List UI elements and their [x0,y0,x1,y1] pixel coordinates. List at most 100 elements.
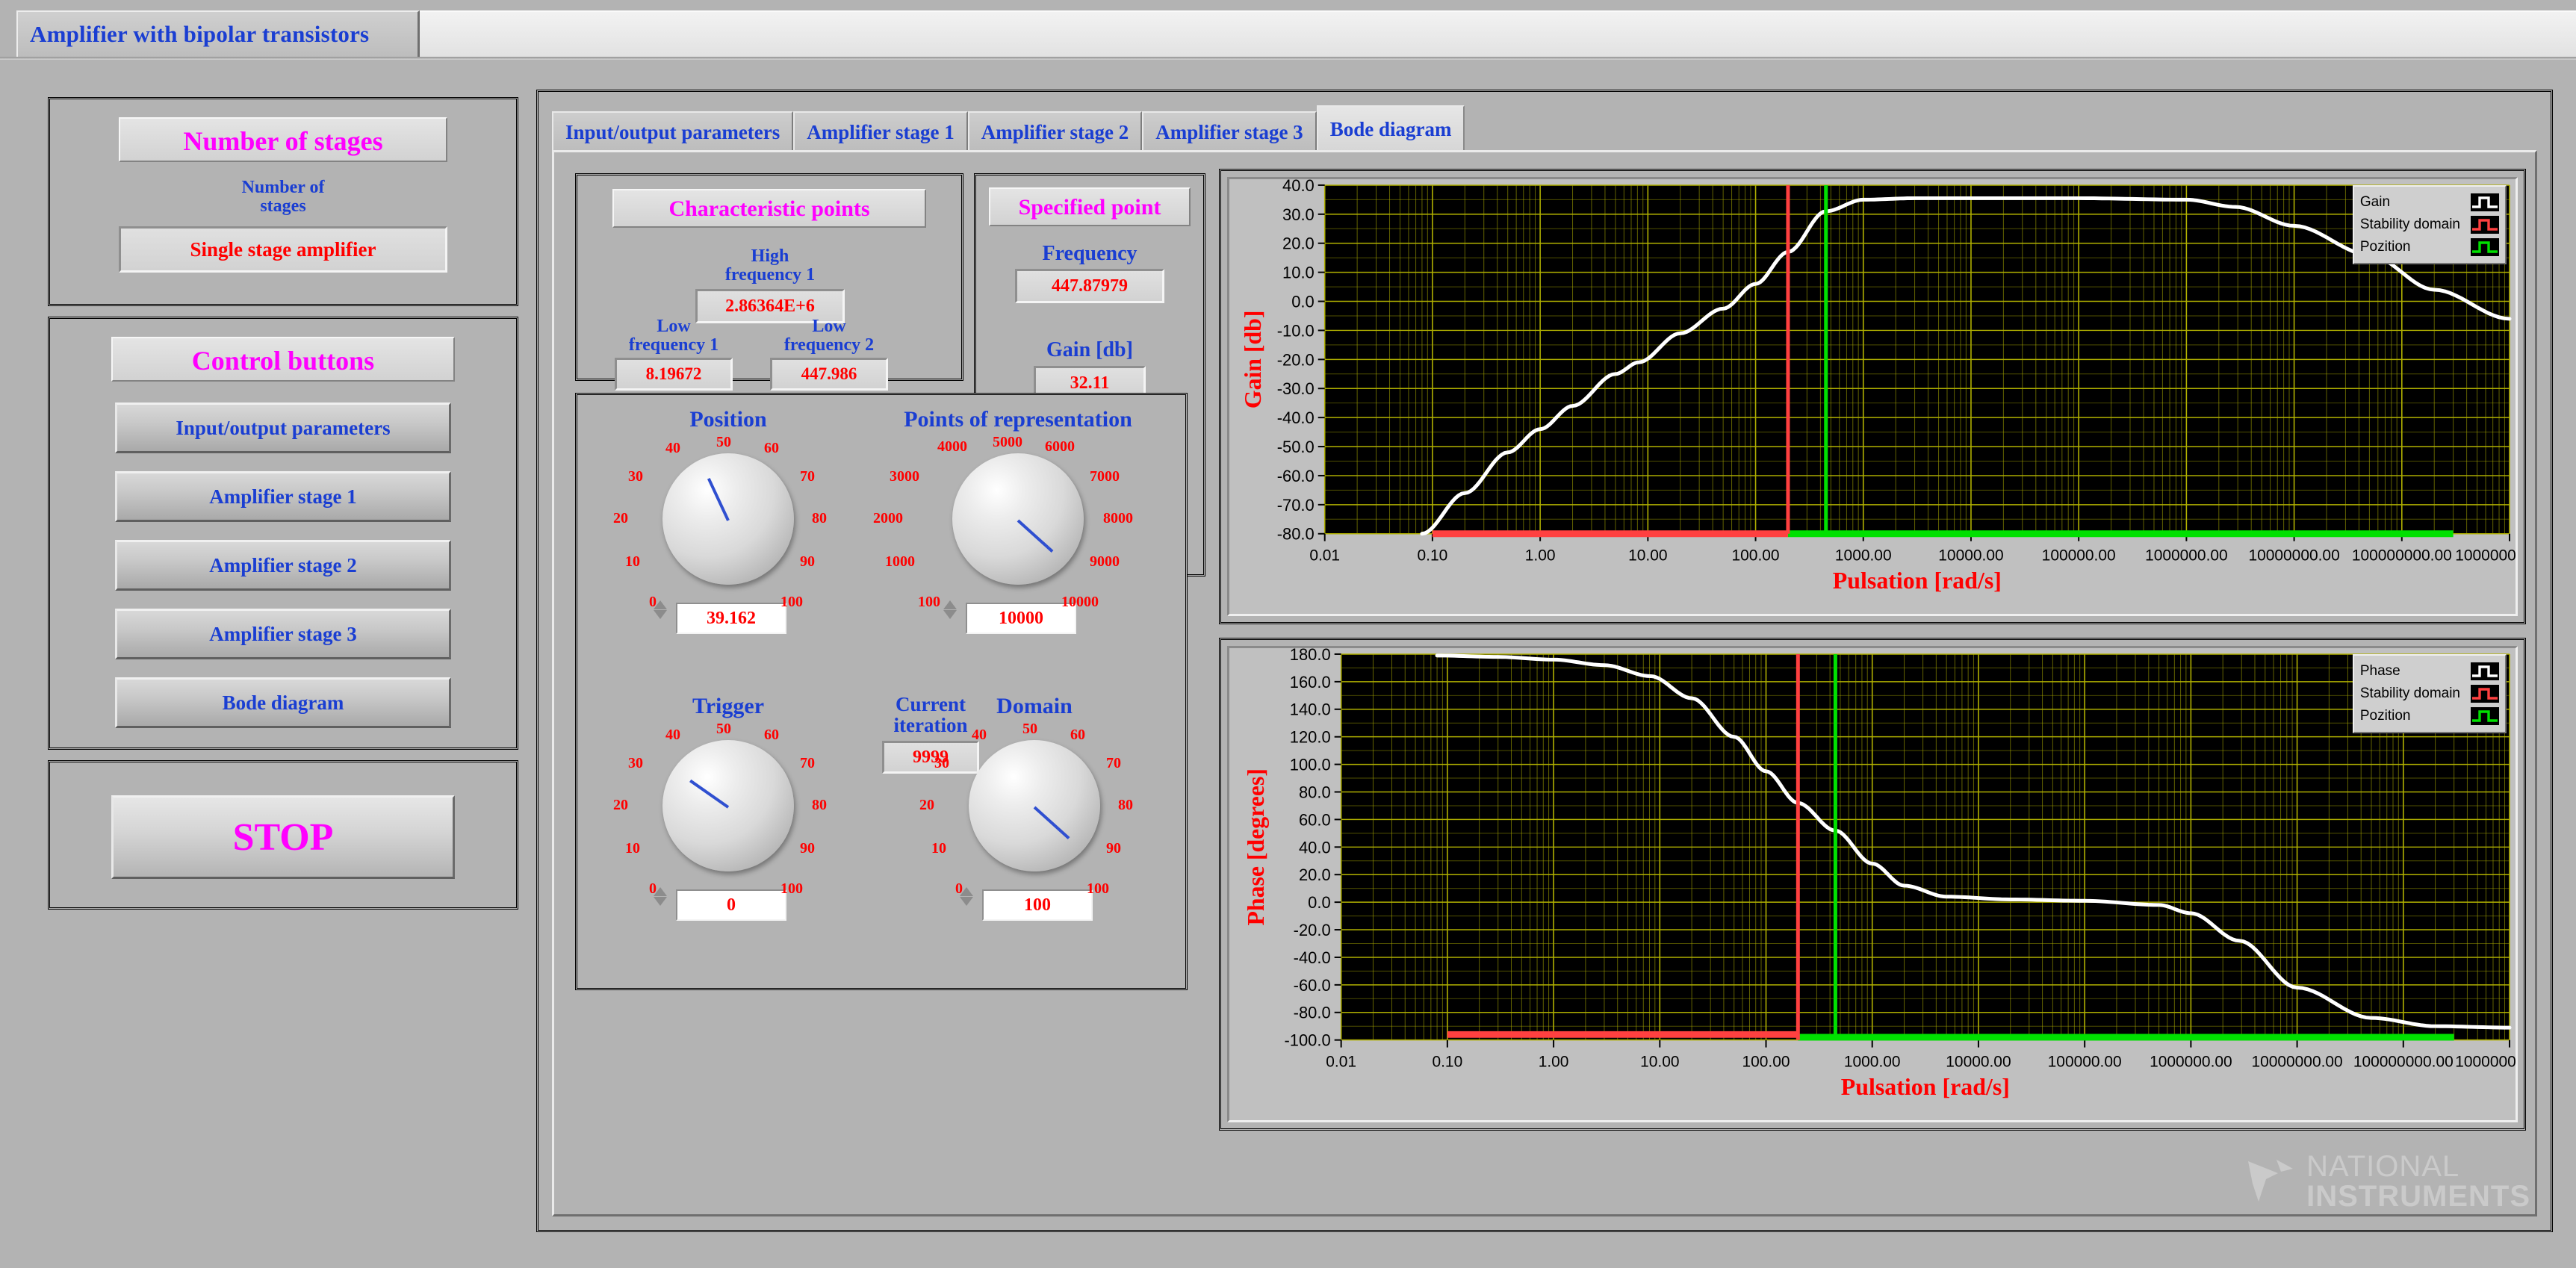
domain-tick-50: 50 [1022,721,1037,737]
gain-plot-svg[interactable]: 40.0 30.0 20.0 10.0 0.0 -10.0 -20.0 -30.0 -40.0 -… [1229,179,2516,614]
tab-input-output-parameters[interactable]: Input/output parameters [552,111,794,152]
window-title-tab[interactable]: Amplifier with bipolar transistors [16,10,420,57]
legend-plot-style-icon[interactable] [2471,662,2499,680]
position-tick-100: 100 [780,594,803,610]
legend-label: Gain [2359,194,2391,210]
tab-amplifier-stage-2[interactable]: Amplifier stage 2 [967,111,1143,152]
legend-plot-style-icon[interactable] [2471,707,2499,725]
trigger-tick-80: 80 [812,797,827,813]
tab-amplifier-stage-1[interactable]: Amplifier stage 1 [793,111,968,152]
tab-amplifier-stage-3[interactable]: Amplifier stage 3 [1142,111,1317,152]
svg-text:20.0: 20.0 [1282,234,1315,253]
por-knob-spinner-down[interactable] [943,610,957,619]
position-knob[interactable]: Position 39.162 0 10 20 30 40 50 60 70 8… [594,407,863,676]
number-of-stages-panel: Number of stages Number of stages Single… [48,97,518,306]
por-tick-3000: 3000 [890,468,919,485]
tab-bode-diagram[interactable]: Bode diagram [1316,105,1465,152]
control-buttons-list: Input/output parameters Amplifier stage … [50,403,516,728]
high-frequency-1-group: High frequency 1 2.86364E+6 [673,246,867,324]
domain-tick-70: 70 [1106,755,1121,771]
domain-knob[interactable]: Domain 100 0 10 20 30 40 50 60 70 80 90 … [900,694,1169,963]
ni-eagle-icon [2248,1160,2294,1202]
legend-row[interactable]: Gain [2360,191,2499,214]
legend-plot-style-icon[interactable] [2471,685,2499,703]
trigger-knob[interactable]: Trigger 0 0 10 20 30 40 50 60 70 80 90 1… [594,694,863,963]
sidebar: Number of stages Number of stages Single… [48,97,518,920]
title-bar-filler [420,10,2576,57]
por-tick-9000: 9000 [1090,553,1120,570]
trigger-tick-60: 60 [764,727,779,743]
legend-row[interactable]: Pozition [2360,236,2499,258]
svg-text:Pulsation [rad/s]: Pulsation [rad/s] [1841,1074,2010,1100]
frequency-value: 447.87979 [1015,269,1164,304]
svg-text:0.0: 0.0 [1308,893,1330,912]
trigger-knob-spinner-down[interactable] [654,897,667,906]
position-knob-value[interactable]: 39.162 [676,603,786,634]
svg-text:Pulsation [rad/s]: Pulsation [rad/s] [1833,568,2002,594]
button-bode-diagram[interactable]: Bode diagram [115,677,451,728]
points-of-representation-knob[interactable]: Points of representation 10000 100 1000 … [869,407,1167,676]
domain-tick-30: 30 [934,755,949,771]
specified-point-heading: Specified point [989,187,1191,226]
por-tick-100: 100 [918,594,940,610]
trigger-tick-100: 100 [780,880,803,897]
gain-bode-graph: 40.0 30.0 20.0 10.0 0.0 -10.0 -20.0 -30.0 -40.0 -… [1219,169,2526,624]
domain-tick-20: 20 [919,797,934,813]
svg-text:10000.00: 10000.00 [1946,1053,2011,1070]
domain-knob-spinner-down[interactable] [960,897,973,906]
svg-text:100.00: 100.00 [1742,1053,1790,1070]
por-tick-7000: 7000 [1090,468,1120,485]
characteristic-points-box: Characteristic points High frequency 1 2… [575,173,963,391]
svg-text:60.0: 60.0 [1299,810,1331,829]
por-tick-6000: 6000 [1045,438,1075,455]
svg-text:1000.00: 1000.00 [1844,1053,1901,1070]
svg-text:100000.00: 100000.00 [2042,547,2116,565]
legend-row[interactable]: Pozition [2360,705,2499,727]
svg-text:0.10: 0.10 [1432,1053,1462,1070]
legend-plot-style-icon[interactable] [2471,193,2499,211]
legend-row[interactable]: Stability domain [2360,214,2499,236]
button-amplifier-stage-2[interactable]: Amplifier stage 2 [115,540,451,591]
svg-text:1000000.00: 1000000.00 [2145,547,2228,565]
gain-label: Gain [db] [1046,338,1133,362]
points-of-representation-knob-spinner[interactable] [942,600,958,633]
svg-text:0.01: 0.01 [1309,547,1340,565]
button-amplifier-stage-1[interactable]: Amplifier stage 1 [115,471,451,522]
svg-text:160.0: 160.0 [1290,673,1331,692]
svg-text:0.10: 0.10 [1418,547,1448,565]
position-tick-90: 90 [800,553,815,570]
button-amplifier-stage-3[interactable]: Amplifier stage 3 [115,609,451,659]
domain-knob-value[interactable]: 100 [982,889,1093,921]
number-of-stages-label: Number of stages [50,178,516,216]
svg-text:Phase [degrees]: Phase [degrees] [1243,768,1269,925]
svg-text:-50.0: -50.0 [1277,438,1315,456]
legend-row[interactable]: Phase [2360,660,2499,683]
legend-plot-style-icon[interactable] [2471,238,2499,256]
legend-label: Stability domain [2359,686,2460,701]
gain-graph-legend[interactable]: Gain Stability domain Pozition [2352,185,2507,264]
high-frequency-1-label-line1: High [751,246,789,266]
phase-graph-legend[interactable]: Phase Stability domain Pozition [2352,654,2507,733]
svg-text:10000000.00: 10000000.00 [2248,547,2339,565]
svg-text:-40.0: -40.0 [1277,408,1315,427]
number-of-stages-value[interactable]: Single stage amplifier [119,226,447,273]
phase-plot-svg[interactable]: 180.0 160.0 140.0 120.0 100.0 80.0 60.0 40.0 20.… [1229,648,2516,1120]
trigger-tick-90: 90 [800,840,815,857]
svg-text:-20.0: -20.0 [1294,921,1331,939]
low-frequency-1-label: Low frequency 1 [595,317,752,355]
trigger-knob-value[interactable]: 0 [676,889,786,921]
domain-tick-80: 80 [1118,797,1133,813]
legend-row[interactable]: Stability domain [2360,683,2499,705]
stop-button[interactable]: STOP [111,795,455,879]
trigger-tick-70: 70 [800,755,815,771]
position-knob-spinner-down[interactable] [654,610,667,619]
legend-plot-style-icon[interactable] [2471,216,2499,234]
svg-text:40.0: 40.0 [1282,179,1315,195]
low-frequency-1-label-line1: Low [657,317,691,336]
button-input-output-parameters[interactable]: Input/output parameters [115,403,451,453]
por-knob-spinner-up[interactable] [943,600,957,609]
points-of-representation-knob-value[interactable]: 10000 [966,603,1076,634]
svg-text:30.0: 30.0 [1282,205,1315,224]
svg-text:100000.00: 100000.00 [2048,1053,2122,1070]
svg-text:10000000.00: 10000000.00 [2251,1053,2342,1070]
